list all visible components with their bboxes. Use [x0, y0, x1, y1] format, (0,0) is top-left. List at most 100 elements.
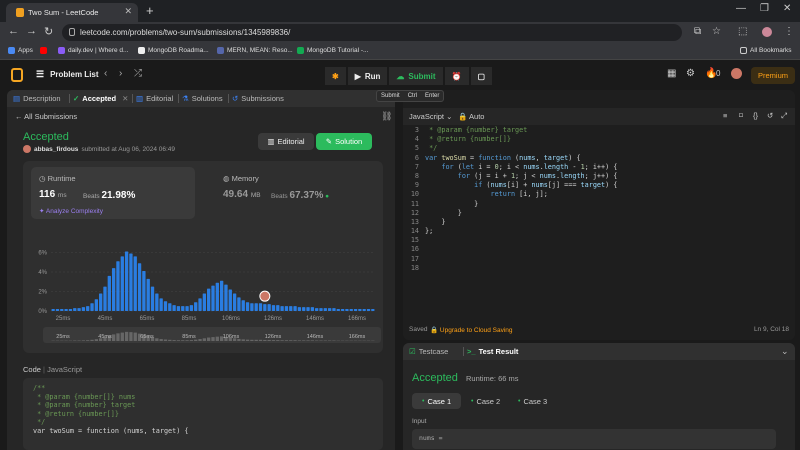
runtime-card[interactable]: ◷ Runtime 116 ms Beats 21.98% ✦ Analyze …	[31, 167, 195, 219]
minimap-bar	[189, 340, 194, 341]
all-submissions-link[interactable]: ← All Submissions	[15, 112, 77, 121]
tab-testcase[interactable]: ☑ Testcase	[409, 347, 448, 356]
shuffle-icon[interactable]: ⤮	[134, 68, 142, 79]
bookmark-mern[interactable]: MERN, MEAN: Reso...	[217, 47, 293, 54]
code-line: 14};	[403, 227, 795, 236]
share-link-icon[interactable]: ⛓	[381, 111, 392, 122]
bookmark-mongodb-roadmap[interactable]: MongoDB Roadma...	[138, 47, 209, 54]
upgrade-cloud-link[interactable]: 🔒 Upgrade to Cloud Saving	[430, 326, 513, 334]
book-icon: ▥	[136, 94, 144, 103]
minimap-bar	[241, 339, 245, 341]
problem-list-button[interactable]: ☰ Problem List	[36, 69, 99, 80]
case-1-tab[interactable]: • Case 1	[412, 393, 462, 409]
y-tick-label: 2%	[38, 290, 47, 296]
reload-icon[interactable]: ↻	[44, 25, 53, 38]
url-bar[interactable]: leetcode.com/problems/two-sum/submission…	[62, 24, 682, 41]
settings-icon[interactable]: ⚙	[686, 68, 695, 79]
minimap-bar	[215, 336, 219, 341]
format-icon[interactable]: ≡	[723, 111, 727, 120]
solution-button[interactable]: ✎ Solution	[316, 133, 372, 150]
distribution-bar	[77, 308, 81, 311]
restore-icon[interactable]: ❐	[760, 3, 769, 14]
distribution-bar	[232, 293, 237, 311]
runtime-distribution-chart: 6% 4% 2% 0% 25ms 45ms 65ms 85ms 106ms 126ms 146ms 1…	[38, 251, 381, 343]
bookmark-youtube[interactable]	[40, 47, 47, 54]
translate-icon[interactable]: ⧉	[694, 26, 701, 37]
editorial-button[interactable]: ▥ Editorial	[258, 133, 314, 150]
new-tab-icon[interactable]: +	[146, 3, 154, 18]
code-editor-panel: JavaScript ⌄ 🔒 Auto ≡ ⌑ {} ↺ ⤢ 3 * @para…	[403, 90, 795, 340]
distribution-bar	[168, 303, 172, 311]
play-icon: ▶	[354, 71, 361, 81]
back-icon[interactable]: ←	[8, 25, 19, 37]
tab-solutions[interactable]: ⚗ Solutions	[182, 94, 223, 103]
bookmark-apps[interactable]: Apps	[8, 47, 33, 54]
distribution-bar	[345, 309, 349, 311]
runtime-beats: Beats 21.98%	[83, 190, 136, 201]
next-problem-icon[interactable]: ›	[119, 68, 122, 79]
language-select[interactable]: JavaScript ⌄	[409, 112, 452, 121]
minimap-bar	[155, 338, 159, 341]
premium-button[interactable]: Premium	[751, 67, 795, 84]
site-info-icon[interactable]	[69, 28, 75, 36]
close-tab-icon[interactable]: ✕	[124, 6, 132, 17]
debug-button[interactable]: ✱	[325, 67, 346, 85]
browser-tab[interactable]: Two Sum - LeetCode ✕	[6, 3, 138, 22]
minimap-bar	[276, 340, 280, 341]
distribution-bar	[159, 298, 163, 311]
run-button[interactable]: ▶ Run	[347, 67, 388, 85]
fullscreen-icon[interactable]: ⤢	[781, 111, 787, 121]
submit-button[interactable]: ☁ Submit	[389, 67, 443, 85]
tab-description[interactable]: ▤ Description	[13, 94, 61, 103]
minimap-bar	[129, 332, 133, 341]
close-window-icon[interactable]: ✕	[783, 3, 791, 14]
minimap-bar	[289, 340, 293, 341]
minimap-bar	[116, 333, 120, 341]
username-link[interactable]: abbas_firdous	[34, 146, 78, 153]
pass-dot-icon: •	[518, 397, 521, 405]
tab-submissions[interactable]: ↺ Submissions	[232, 94, 284, 103]
tab-accepted[interactable]: ✓ Accepted ✕	[73, 94, 128, 103]
profile-avatar[interactable]	[762, 27, 772, 37]
x-tick-label: 106ms	[222, 316, 240, 322]
prev-problem-icon[interactable]: ‹	[104, 68, 107, 79]
y-tick-label: 6%	[38, 251, 47, 257]
bookmark-star-icon[interactable]: ☆	[712, 26, 721, 37]
notes-button[interactable]: ▢	[470, 67, 493, 85]
reset-icon[interactable]: ↺	[767, 111, 773, 120]
collapse-icon[interactable]: ⌄	[781, 346, 789, 357]
forward-icon[interactable]: →	[26, 25, 37, 37]
layout-icon[interactable]: ▦	[667, 68, 676, 79]
user-avatar[interactable]	[731, 68, 742, 79]
case-3-tab[interactable]: • Case 3	[508, 393, 557, 409]
line-number: 17	[410, 254, 419, 263]
bookmark-icon[interactable]: ⌑	[739, 111, 743, 120]
case-2-tab[interactable]: • Case 2	[461, 393, 510, 409]
distribution-bar	[51, 309, 55, 311]
extensions-icon[interactable]: ⬚	[738, 26, 747, 37]
dailydev-icon	[58, 47, 65, 54]
timer-button[interactable]: ⏰	[444, 67, 469, 85]
leetcode-logo-icon[interactable]	[11, 68, 23, 82]
memory-card[interactable]: ◍ Memory 49.64 MB Beats 67.37% ●	[215, 167, 379, 219]
line-number: 18	[410, 263, 419, 272]
minimize-icon[interactable]: —	[736, 3, 746, 14]
close-tab-icon[interactable]: ✕	[122, 94, 128, 103]
back-arrow-icon: ←	[15, 112, 23, 121]
minimap-bar	[211, 337, 215, 341]
line-text: }	[425, 208, 462, 217]
all-bookmarks[interactable]: All Bookmarks	[740, 47, 792, 54]
code-line: 6 var twoSum = function (nums, target) {	[403, 154, 795, 163]
braces-icon[interactable]: {}	[753, 111, 758, 120]
distribution-bar	[228, 289, 232, 311]
bookmark-dailydev[interactable]: daily.dev | Where d...	[58, 47, 128, 54]
panel-resizer[interactable]	[397, 90, 401, 450]
editor-code[interactable]: 3 * @param {number} target 4 * @return {n…	[403, 126, 795, 273]
distribution-bar	[194, 302, 198, 311]
tab-editorial[interactable]: ▥ Editorial	[136, 94, 173, 103]
bookmark-mongodb-tutorial[interactable]: MongoDB Tutorial -...	[297, 47, 368, 54]
menu-icon[interactable]: ⋮	[784, 26, 794, 37]
auto-mode[interactable]: 🔒 Auto	[458, 112, 484, 121]
tab-test-result[interactable]: >_ Test Result	[467, 347, 518, 356]
analyze-complexity-link[interactable]: ✦ Analyze Complexity	[39, 207, 103, 215]
